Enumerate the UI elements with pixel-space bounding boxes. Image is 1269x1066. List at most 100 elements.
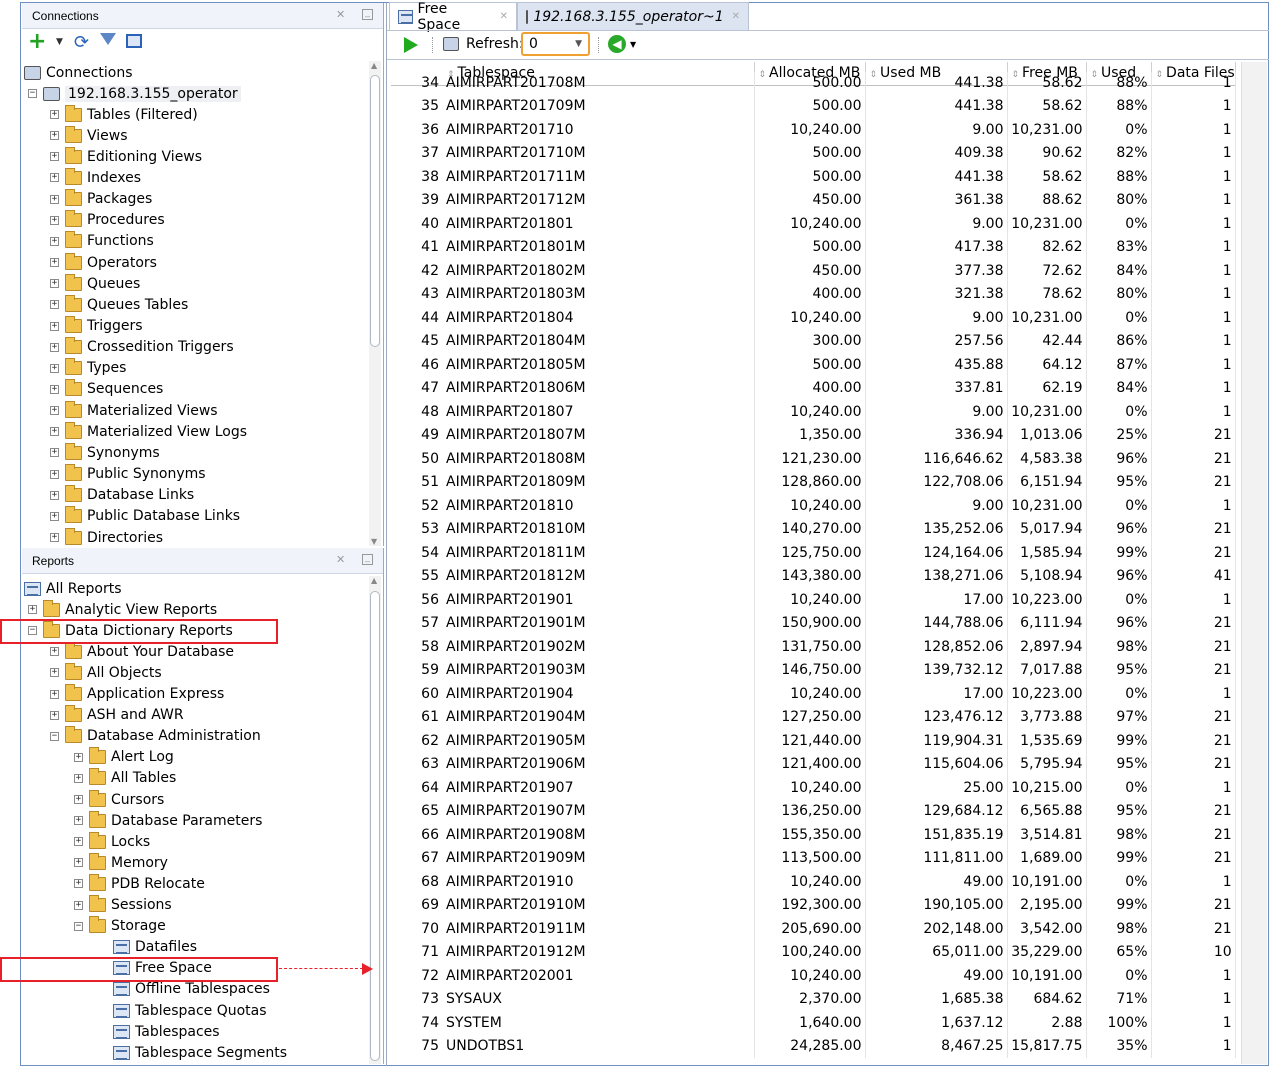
expand-icon[interactable]: +	[74, 858, 83, 868]
table-row[interactable]: 38 AIMIRPART201711M 500.00 441.38 58.62 88% 1	[391, 165, 1236, 189]
tree-item-database-administration-child[interactable]: + All Tables	[74, 768, 176, 789]
table-cell[interactable]: 144,788.06	[865, 611, 1008, 635]
tree-item-database-administration-child[interactable]: + Sessions	[74, 895, 172, 916]
table-cell[interactable]: 88%	[1086, 94, 1152, 118]
table-cell[interactable]: 5,795.94	[1007, 752, 1087, 776]
table-cell[interactable]: 71%	[1086, 987, 1152, 1011]
table-cell[interactable]: AIMIRPART201710	[443, 118, 755, 142]
table-cell[interactable]: 98%	[1086, 917, 1152, 941]
table-cell[interactable]: 115,604.06	[865, 752, 1008, 776]
table-cell[interactable]: 64.12	[1007, 353, 1087, 377]
table-cell[interactable]: AIMIRPART201910M	[443, 893, 755, 917]
expand-icon[interactable]: +	[50, 710, 59, 720]
table-cell[interactable]: 10,240.00	[754, 682, 866, 706]
reports-scroll-thumb[interactable]	[370, 591, 380, 1061]
expand-icon[interactable]: +	[50, 300, 59, 310]
table-cell[interactable]: 337.81	[865, 376, 1008, 400]
table-cell[interactable]: AIMIRPART201808M	[443, 447, 755, 471]
table-cell[interactable]: 140,270.00	[754, 517, 866, 541]
table-cell[interactable]: 21	[1151, 846, 1236, 870]
table-cell[interactable]: 41	[1151, 564, 1236, 588]
table-cell[interactable]: 190,105.00	[865, 893, 1008, 917]
connection-tree-item[interactable]: + Synonyms	[50, 442, 160, 463]
table-cell[interactable]: 84%	[1086, 376, 1152, 400]
table-cell[interactable]: AIMIRPART201806M	[443, 376, 755, 400]
connection-tree-item[interactable]: + Views	[50, 125, 128, 146]
add-connection-icon[interactable]: +	[28, 31, 46, 53]
table-cell[interactable]: 95%	[1086, 799, 1152, 823]
table-row[interactable]: 71 AIMIRPART201912M 100,240.00 65,011.00 35,…	[391, 940, 1236, 964]
scroll-up-icon[interactable]: ▲	[371, 576, 377, 585]
table-cell[interactable]: 98%	[1086, 635, 1152, 659]
expand-icon[interactable]: +	[50, 363, 59, 373]
table-cell[interactable]: 10,191.00	[1007, 964, 1087, 988]
table-cell[interactable]: 131,750.00	[754, 635, 866, 659]
table-cell[interactable]: 1	[1151, 188, 1236, 212]
table-row[interactable]: 40 AIMIRPART201801 10,240.00 9.00 10,231.00 0…	[391, 212, 1236, 236]
table-cell[interactable]: 58.62	[1007, 71, 1087, 95]
table-cell[interactable]: 5,017.94	[1007, 517, 1087, 541]
tree-item-storage-report[interactable]: Tablespace Segments	[98, 1042, 287, 1063]
table-row[interactable]: 46 AIMIRPART201805M 500.00 435.88 64.12 87% 1	[391, 353, 1236, 377]
table-row[interactable]: 42 AIMIRPART201802M 450.00 377.38 72.62 84% 1	[391, 259, 1236, 283]
table-row[interactable]: 49 AIMIRPART201807M 1,350.00 336.94 1,013.06…	[391, 423, 1236, 447]
scroll-down-icon[interactable]: ▼	[371, 537, 377, 546]
refresh-interval-select[interactable]: 0 ▼	[521, 32, 590, 56]
table-cell[interactable]: 119,904.31	[865, 729, 1008, 753]
dropdown-arrow-icon[interactable]: ▼	[56, 37, 63, 47]
table-cell[interactable]: 3,773.88	[1007, 705, 1087, 729]
table-row[interactable]: 48 AIMIRPART201807 10,240.00 9.00 10,231.00 0…	[391, 400, 1236, 424]
connection-tree-item[interactable]: + Packages	[50, 189, 152, 210]
collapse-icon[interactable]: −	[74, 921, 83, 931]
table-cell[interactable]: 5,108.94	[1007, 564, 1087, 588]
tree-item-storage-report[interactable]: Tablespaces	[98, 1021, 220, 1042]
table-cell[interactable]: 0%	[1086, 306, 1152, 330]
tree-item-storage-report[interactable]: Offline Tablespaces	[98, 979, 270, 1000]
table-cell[interactable]: 10,231.00	[1007, 400, 1087, 424]
table-cell[interactable]: 0%	[1086, 494, 1152, 518]
table-row[interactable]: 57 AIMIRPART201901M 150,900.00 144,788.06 6,…	[391, 611, 1236, 635]
table-cell[interactable]: 0%	[1086, 964, 1152, 988]
expand-icon[interactable]: +	[50, 533, 59, 542]
table-cell[interactable]: 1	[1151, 94, 1236, 118]
expand-icon[interactable]: +	[74, 795, 83, 804]
table-cell[interactable]: AIMIRPART201709M	[443, 94, 755, 118]
table-cell[interactable]: 377.38	[865, 259, 1008, 283]
table-cell[interactable]: AIMIRPART201708M	[443, 71, 755, 95]
table-cell[interactable]: 10,231.00	[1007, 494, 1087, 518]
table-row[interactable]: 74 SYSTEM 1,640.00 1,637.12 2.88 100% 1	[391, 1011, 1236, 1035]
table-row[interactable]: 34 AIMIRPART201708M 500.00 441.38 58.62 88% 1	[391, 71, 1236, 95]
table-cell[interactable]: 99%	[1086, 729, 1152, 753]
table-row[interactable]: 67 AIMIRPART201909M 113,500.00 111,811.00 1,…	[391, 846, 1236, 870]
expand-icon[interactable]: +	[50, 406, 59, 416]
table-cell[interactable]: 96%	[1086, 564, 1152, 588]
tree-item-database-administration-child[interactable]: − Storage	[74, 916, 166, 937]
table-cell[interactable]: 58.62	[1007, 94, 1087, 118]
table-cell[interactable]: AIMIRPART201812M	[443, 564, 755, 588]
table-cell[interactable]: 202,148.00	[865, 917, 1008, 941]
table-cell[interactable]: AIMIRPART201711M	[443, 165, 755, 189]
tree-item-storage-report[interactable]: Tablespace Quotas	[98, 1000, 267, 1021]
table-cell[interactable]: 10,240.00	[754, 588, 866, 612]
table-cell[interactable]: 123,476.12	[865, 705, 1008, 729]
connection-tree-item[interactable]: + Queues Tables	[50, 294, 188, 315]
expand-icon[interactable]: +	[50, 152, 59, 162]
filter-icon[interactable]	[100, 33, 116, 45]
table-cell[interactable]: 10,240.00	[754, 870, 866, 894]
table-cell[interactable]: 21	[1151, 423, 1236, 447]
table-cell[interactable]: 10	[1151, 940, 1236, 964]
table-cell[interactable]: 9.00	[865, 212, 1008, 236]
table-cell[interactable]: 42.44	[1007, 329, 1087, 353]
table-cell[interactable]: AIMIRPART201905M	[443, 729, 755, 753]
table-cell[interactable]: 1	[1151, 1034, 1236, 1058]
table-cell[interactable]: 1	[1151, 141, 1236, 165]
table-cell[interactable]: 1	[1151, 353, 1236, 377]
table-cell[interactable]: 1,685.38	[865, 987, 1008, 1011]
table-cell[interactable]: 435.88	[865, 353, 1008, 377]
table-cell[interactable]: 10,191.00	[1007, 870, 1087, 894]
table-cell[interactable]: 86%	[1086, 329, 1152, 353]
table-cell[interactable]: 21	[1151, 799, 1236, 823]
tab-close-icon[interactable]: ✕	[732, 11, 740, 22]
table-cell[interactable]: 121,230.00	[754, 447, 866, 471]
table-cell[interactable]: 21	[1151, 917, 1236, 941]
